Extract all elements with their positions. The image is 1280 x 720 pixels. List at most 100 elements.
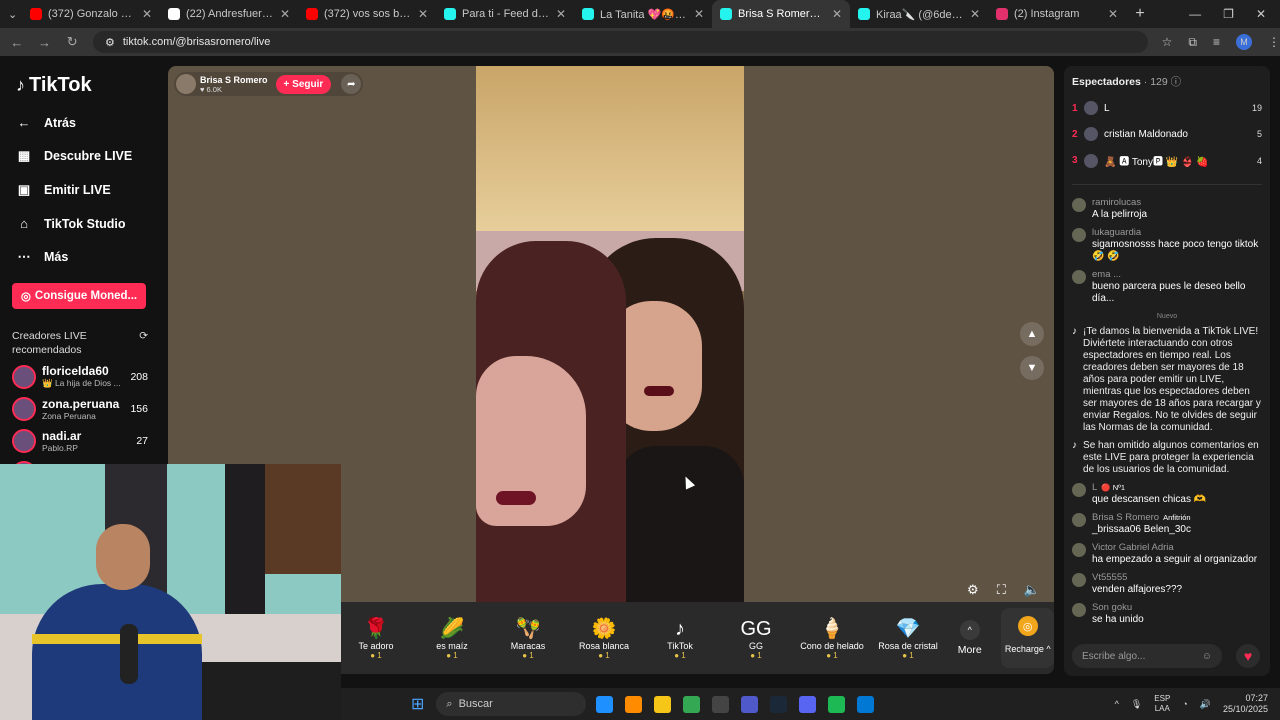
chat-username[interactable]: ema ... — [1092, 269, 1262, 281]
sidebar-item[interactable]: ▦ Descubre LIVE — [16, 148, 148, 164]
bookmark-star-icon[interactable]: ☆ — [1162, 35, 1173, 49]
chat-username[interactable]: Son goku — [1092, 602, 1132, 613]
sidebar-item[interactable]: ⌂ TikTok Studio — [16, 216, 148, 231]
creator-name[interactable]: floricelda60 — [42, 365, 121, 378]
gift-item[interactable]: 💎 Rosa de cristal ● 1 — [870, 617, 946, 660]
volume-icon[interactable]: 🔈 — [1024, 582, 1040, 598]
info-icon[interactable]: ⓘ — [1171, 76, 1182, 88]
gift-item[interactable]: 🪇 Maracas ● 1 — [490, 617, 566, 660]
chevron-down-icon[interactable]: ▼ — [1020, 356, 1044, 380]
taskbar-search[interactable]: ⌕ Buscar — [436, 692, 587, 716]
viewer-avatar[interactable] — [1084, 153, 1098, 168]
viewer-name[interactable]: cristian Maldonado — [1104, 129, 1188, 140]
tab-close-icon[interactable]: ✕ — [142, 7, 152, 21]
chat-avatar[interactable] — [1072, 270, 1086, 284]
more-gifts-button[interactable]: ^ More — [946, 620, 993, 656]
chat-avatar[interactable] — [1072, 483, 1086, 497]
creator-avatar[interactable] — [12, 365, 36, 389]
site-info-icon[interactable]: ⚙ — [105, 36, 115, 49]
tab-close-icon[interactable]: ✕ — [556, 7, 566, 21]
chat-avatar[interactable] — [1072, 573, 1086, 587]
chat-avatar[interactable] — [1072, 198, 1086, 212]
tab-close-icon[interactable]: ✕ — [832, 7, 842, 21]
recharge-button[interactable]: ◎ Recharge ^ — [1001, 608, 1054, 668]
windows-start-icon[interactable]: ⊞ — [411, 694, 424, 714]
creator-avatar[interactable] — [12, 397, 36, 421]
tab-close-icon[interactable]: ✕ — [280, 7, 290, 21]
fullscreen-icon[interactable]: ⛶ — [997, 582, 1006, 598]
top-viewer-row[interactable]: 2 cristian Maldonado 5 — [1072, 127, 1262, 141]
forward-icon[interactable]: → — [38, 35, 52, 50]
profile-avatar[interactable]: M — [1235, 34, 1252, 50]
speaker-icon[interactable]: 🔊 — [1200, 699, 1211, 710]
maximize-icon[interactable]: ❐ — [1223, 7, 1234, 21]
teams-icon[interactable] — [741, 695, 759, 713]
sidebar-item[interactable]: ▣ Emitir LIVE — [16, 182, 148, 198]
spotify-icon[interactable] — [828, 695, 846, 713]
reload-icon[interactable]: ↻ — [65, 34, 79, 50]
chat-avatar[interactable] — [1072, 513, 1086, 527]
gift-item[interactable]: 🌼 Rosa blanca ● 1 — [566, 617, 642, 660]
tab-close-icon[interactable]: ✕ — [970, 7, 980, 21]
app-icon[interactable] — [857, 695, 875, 713]
top-viewer-row[interactable]: 1 L 19 — [1072, 101, 1262, 115]
follow-button[interactable]: + Seguir — [275, 74, 332, 94]
copilot-icon[interactable] — [625, 695, 643, 713]
media-control-icon[interactable]: ≡ — [1213, 35, 1220, 49]
viewer-name[interactable]: 🧸 🅰 Tony🅿 👑 👙 🍓 — [1104, 153, 1209, 168]
browser-tab[interactable]: Para ti - Feed de TikTok ✕ — [436, 0, 574, 28]
recommended-creator[interactable]: floricelda60 👑 La hija de Dios ... 208 — [12, 365, 148, 389]
host-avatar[interactable] — [176, 74, 196, 94]
chat-username[interactable]: L — [1092, 482, 1097, 493]
steam-icon[interactable] — [770, 695, 788, 713]
address-bar[interactable]: ⚙ tiktok.com/@brisasromero/live — [92, 31, 1148, 53]
browser-tab[interactable]: La Tanita 💖🤬 (@tana2 ✕ — [574, 0, 712, 28]
tab-close-icon[interactable]: ✕ — [694, 7, 704, 21]
chat-username[interactable]: Victor Gabriel Adria — [1092, 542, 1174, 553]
obs-icon[interactable] — [712, 695, 730, 713]
edge-icon[interactable] — [596, 695, 614, 713]
browser-tab[interactable]: Brisa S Romero (@bri ✕ — [712, 0, 850, 28]
chat-username[interactable]: Brisa S Romero — [1092, 512, 1159, 523]
language-indicator[interactable]: ESP LAA — [1154, 694, 1170, 714]
chat-input[interactable]: Escribe algo... ☺ — [1072, 644, 1222, 668]
creator-name[interactable]: zona.peruana — [42, 397, 119, 411]
viewer-avatar[interactable] — [1084, 127, 1098, 141]
chat-avatar[interactable] — [1072, 603, 1086, 617]
chrome-icon[interactable] — [683, 695, 701, 713]
gift-item[interactable]: 🌹 Te adoro ● 1 — [338, 617, 414, 660]
browser-tab[interactable]: Kiraa🔪 (@6devil_9_) | Ti ✕ — [850, 0, 988, 28]
chat-username[interactable]: Vt55555 — [1092, 572, 1127, 583]
sidebar-item[interactable]: ⋯ Más — [16, 249, 148, 265]
tab-close-icon[interactable]: ✕ — [1108, 7, 1118, 21]
close-window-icon[interactable]: ✕ — [1256, 7, 1266, 21]
minimize-icon[interactable]: — — [1189, 7, 1201, 21]
viewer-name[interactable]: L — [1104, 103, 1110, 114]
top-viewer-row[interactable]: 3 🧸 🅰 Tony🅿 👑 👙 🍓 4 — [1072, 153, 1262, 168]
gift-item[interactable]: ♪ TikTok ● 1 — [642, 617, 718, 660]
gift-item[interactable]: 🍦 Cono de helado ● 1 — [794, 617, 870, 660]
gift-item[interactable]: 🌽 es maíz ● 1 — [414, 617, 490, 660]
back-link[interactable]: ← Atrás — [16, 115, 148, 130]
chat-username[interactable]: ramirolucas — [1092, 197, 1147, 209]
heart-icon[interactable]: ♥ — [1236, 644, 1260, 668]
wifi-icon[interactable]: ◔ — [1182, 699, 1187, 709]
browser-tab[interactable]: (22) Andresfuertes en X: ✕ — [160, 0, 298, 28]
gift-item[interactable]: GG GG ● 1 — [718, 617, 794, 660]
settings-icon[interactable]: ⚙ — [967, 582, 979, 598]
host-name[interactable]: Brisa S Romero — [200, 75, 268, 85]
menu-icon[interactable]: ⋮ — [1268, 35, 1280, 49]
creator-name[interactable]: nadi.ar — [42, 429, 81, 443]
recommended-creator[interactable]: zona.peruana Zona Peruana 156 — [12, 397, 148, 421]
file-explorer-icon[interactable] — [654, 695, 672, 713]
tray-chevron-icon[interactable]: ^ — [1115, 699, 1119, 709]
creator-avatar[interactable] — [12, 429, 36, 453]
clock[interactable]: 07:27 25/10/2025 — [1223, 693, 1268, 715]
tab-close-icon[interactable]: ✕ — [418, 7, 428, 21]
get-coins-button[interactable]: ◎ Consigue Moned... — [12, 283, 146, 309]
browser-tab[interactable]: (372) Gonzalo Cardozo - ✕ — [22, 0, 160, 28]
new-tab-button[interactable]: + — [1126, 5, 1154, 23]
tab-search-icon[interactable]: ⌄ — [0, 0, 22, 28]
chat-username[interactable]: lukaguardia — [1092, 227, 1262, 239]
microphone-icon[interactable]: 🎙 — [1131, 699, 1142, 710]
